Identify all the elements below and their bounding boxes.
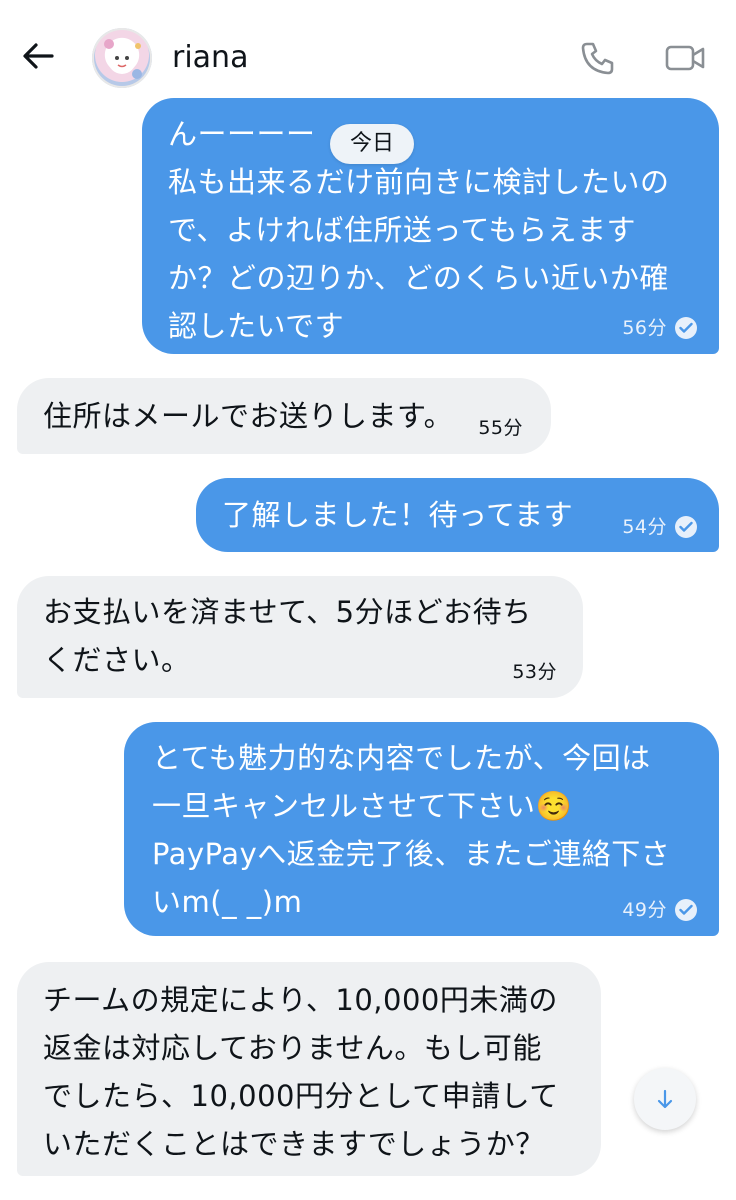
message-time: 54分 <box>622 516 667 538</box>
message-time: 56分 <box>622 317 667 339</box>
contact-name[interactable]: riana <box>172 40 248 75</box>
message-time: 55分 <box>478 417 523 439</box>
scroll-to-bottom-button[interactable] <box>634 1068 696 1130</box>
avatar[interactable] <box>92 28 152 88</box>
message-meta: 55分 <box>478 416 523 440</box>
message-bubble-incoming[interactable]: チームの規定により、10,000円未満の 返金は対応しておりません。もし可能 で… <box>17 962 601 1176</box>
read-check-icon <box>675 317 697 339</box>
back-arrow-icon[interactable] <box>18 36 58 76</box>
message-text: とても魅力的な内容でしたが、今回は 一旦キャンセルさせて下さい☺️ PayPay… <box>152 741 671 919</box>
message-meta: 56分 <box>622 316 697 340</box>
message-bubble-outgoing[interactable]: とても魅力的な内容でしたが、今回は 一旦キャンセルさせて下さい☺️ PayPay… <box>124 722 719 936</box>
arrow-down-icon <box>657 1089 673 1109</box>
message-time: 53分 <box>512 661 557 683</box>
phone-icon[interactable] <box>578 38 618 78</box>
message-text: お支払いを済ませて、5分ほどお待ち ください。 <box>43 595 532 677</box>
message-meta: 54分 <box>622 515 697 539</box>
message-text: 住所はメールでお送りします。 <box>43 399 454 433</box>
read-check-icon <box>675 899 697 921</box>
message-bubble-outgoing[interactable]: んーーーー 私も出来るだけ前向きに検討したいの で、よければ住所送ってもらえます… <box>142 98 719 354</box>
message-time: 49分 <box>622 899 667 921</box>
message-text: んーーーー 私も出来るだけ前向きに検討したいの で、よければ住所送ってもらえます… <box>168 117 670 343</box>
message-bubble-incoming[interactable]: お支払いを済ませて、5分ほどお待ち ください。 53分 <box>17 576 583 698</box>
message-text: チームの規定により、10,000円未満の 返金は対応しておりません。もし可能 で… <box>43 983 559 1161</box>
video-camera-icon[interactable] <box>664 38 705 78</box>
message-meta: 49分 <box>622 898 697 922</box>
read-check-icon <box>675 516 697 538</box>
message-bubble-incoming[interactable]: 住所はメールでお送りします。 55分 <box>17 378 551 454</box>
message-meta: 53分 <box>512 660 557 684</box>
message-bubble-outgoing[interactable]: 了解しました！待ってます 54分 <box>196 478 719 552</box>
date-divider: 今日 <box>330 124 414 164</box>
